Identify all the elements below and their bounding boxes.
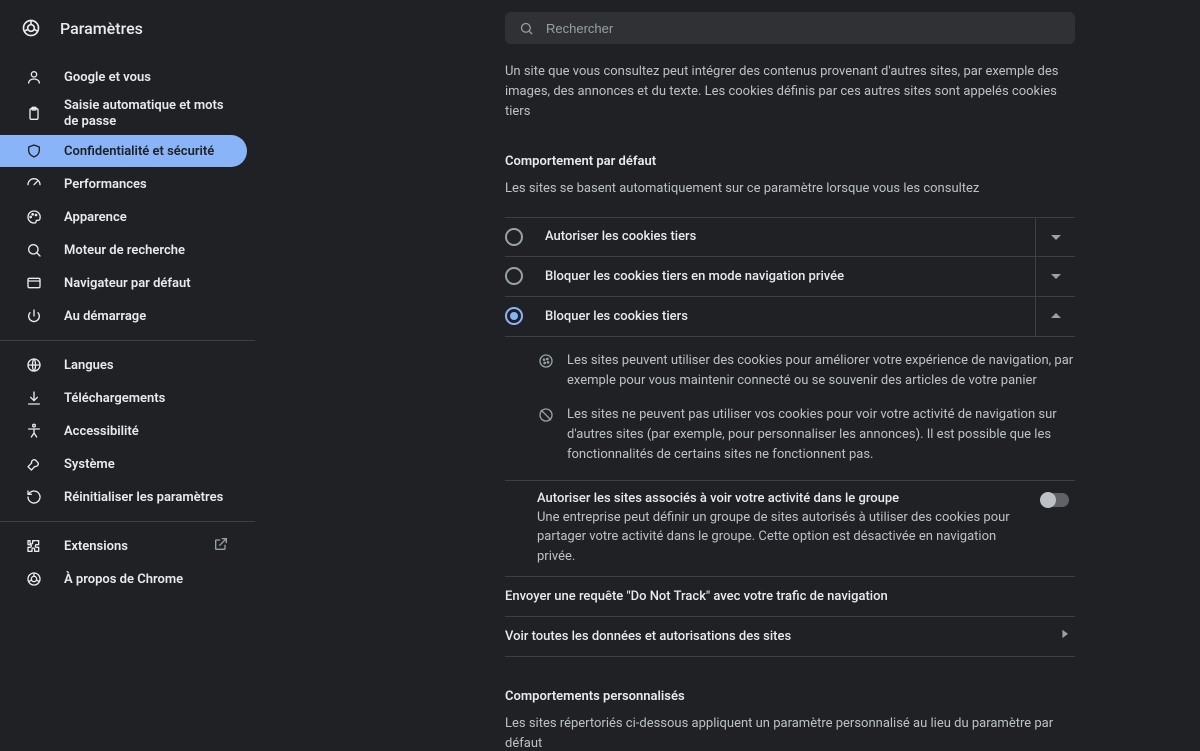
- search-input[interactable]: [546, 21, 1061, 36]
- chrome-settings-icon: [20, 17, 42, 39]
- radio-label: Autoriser les cookies tiers: [545, 229, 696, 244]
- person-icon: [24, 69, 44, 85]
- sidebar-item-about[interactable]: À propos de Chrome: [0, 563, 247, 595]
- sidebar-item-label: Extensions: [64, 539, 128, 554]
- palette-icon: [24, 209, 44, 225]
- radio-blockp[interactable]: Bloquer les cookies tiers en mode naviga…: [505, 257, 1075, 297]
- speed-icon: [24, 176, 44, 192]
- sidebar-item-appearance[interactable]: Apparence: [0, 201, 247, 233]
- sidebar-item-label: Au démarrage: [64, 309, 146, 324]
- chevron-up-icon[interactable]: [1035, 296, 1075, 336]
- sidebar-item-google[interactable]: Google et vous: [0, 61, 247, 93]
- sidebar-item-startup[interactable]: Au démarrage: [0, 300, 247, 332]
- search-icon: [519, 21, 534, 36]
- radio-block[interactable]: Bloquer les cookies tiers: [505, 297, 1075, 337]
- radio-block-body: Les sites peuvent utiliser des cookies p…: [505, 337, 1075, 481]
- radio-label: Bloquer les cookies tiers en mode naviga…: [545, 269, 844, 284]
- sidebar-item-languages[interactable]: Langues: [0, 349, 247, 381]
- reset-icon: [24, 489, 44, 505]
- sidebar-item-label: Saisie automatique et mots de passe: [64, 98, 234, 129]
- sidebar: Google et vous Saisie automatique et mots…: [0, 56, 255, 751]
- see-all-site-data-label: Voir toutes les données et autorisations…: [505, 629, 791, 644]
- intro-text: Un site que vous consultez peut intégrer…: [505, 62, 1075, 122]
- a11y-icon: [24, 423, 44, 439]
- group-activity-title: Autoriser les sites associés à voir votr…: [537, 491, 1025, 506]
- sidebar-item-privacy[interactable]: Confidentialité et sécurité: [0, 135, 247, 167]
- sidebar-item-label: À propos de Chrome: [64, 572, 183, 587]
- sidebar-item-search[interactable]: Moteur de recherche: [0, 234, 247, 266]
- page-title: Paramètres: [60, 19, 143, 38]
- info-text: Les sites peuvent utiliser des cookies p…: [567, 351, 1075, 391]
- sidebar-item-label: Accessibilité: [64, 424, 139, 439]
- see-all-site-data-row[interactable]: Voir toutes les données et autorisations…: [505, 617, 1075, 657]
- main-content: Un site que vous consultez peut intégrer…: [505, 56, 1075, 751]
- clipboard-icon: [24, 106, 44, 122]
- sidebar-item-label: Confidentialité et sécurité: [64, 144, 214, 159]
- custom-behaviors-title: Comportements personnalisés: [505, 689, 1075, 704]
- browser-icon: [24, 275, 44, 291]
- sidebar-item-label: Navigateur par défaut: [64, 276, 191, 291]
- group-activity-toggle[interactable]: [1041, 493, 1069, 507]
- radio-button[interactable]: [505, 267, 523, 285]
- sidebar-item-label: Performances: [64, 177, 147, 192]
- sidebar-item-autofill[interactable]: Saisie automatique et mots de passe: [0, 94, 247, 134]
- chrome-icon: [24, 571, 44, 587]
- group-activity-toggle-row: Autoriser les sites associés à voir votr…: [505, 481, 1075, 578]
- search-icon: [24, 242, 44, 258]
- sidebar-item-label: Téléchargements: [64, 391, 165, 406]
- sidebar-item-downloads[interactable]: Téléchargements: [0, 382, 247, 414]
- cookie-icon: [537, 351, 555, 391]
- default-behavior-desc: Les sites se basent automatiquement sur …: [505, 179, 1075, 199]
- sidebar-item-extensions[interactable]: Extensions: [0, 530, 247, 562]
- download-icon: [24, 390, 44, 406]
- search-bar[interactable]: [505, 12, 1075, 44]
- chevron-down-icon[interactable]: [1035, 256, 1075, 296]
- sidebar-item-reset[interactable]: Réinitialiser les paramètres: [0, 481, 247, 513]
- sidebar-item-default[interactable]: Navigateur par défaut: [0, 267, 247, 299]
- dnt-row[interactable]: Envoyer une requête "Do Not Track" avec …: [505, 577, 1075, 617]
- sidebar-item-perf[interactable]: Performances: [0, 168, 247, 200]
- shield-icon: [24, 143, 44, 159]
- sidebar-item-system[interactable]: Système: [0, 448, 247, 480]
- radio-button[interactable]: [505, 307, 523, 325]
- sidebar-item-label: Langues: [64, 358, 114, 373]
- puzzle-icon: [24, 538, 44, 554]
- dnt-label: Envoyer une requête "Do Not Track" avec …: [505, 589, 888, 604]
- sidebar-item-label: Système: [64, 457, 115, 472]
- default-behavior-title: Comportement par défaut: [505, 154, 1075, 169]
- info-text: Les sites ne peuvent pas utiliser vos co…: [567, 405, 1075, 465]
- custom-behaviors-desc: Les sites répertoriés ci-dessous appliqu…: [505, 714, 1075, 751]
- power-icon: [24, 308, 44, 324]
- wrench-icon: [24, 456, 44, 472]
- chevron-down-icon[interactable]: [1035, 217, 1075, 257]
- radio-label: Bloquer les cookies tiers: [545, 309, 688, 324]
- sidebar-item-label: Réinitialiser les paramètres: [64, 490, 223, 505]
- radio-allow[interactable]: Autoriser les cookies tiers: [505, 217, 1075, 257]
- sidebar-divider: [0, 340, 255, 341]
- external-link-icon: [213, 536, 229, 556]
- sidebar-item-label: Apparence: [64, 210, 127, 225]
- chevron-right-icon: [1061, 629, 1075, 645]
- sidebar-divider: [0, 521, 255, 522]
- globe-icon: [24, 357, 44, 373]
- group-activity-desc: Une entreprise peut définir un groupe de…: [537, 508, 1025, 567]
- sidebar-item-a11y[interactable]: Accessibilité: [0, 415, 247, 447]
- sidebar-item-label: Google et vous: [64, 70, 151, 85]
- block-icon: [537, 405, 555, 465]
- radio-button[interactable]: [505, 228, 523, 246]
- sidebar-item-label: Moteur de recherche: [64, 243, 185, 258]
